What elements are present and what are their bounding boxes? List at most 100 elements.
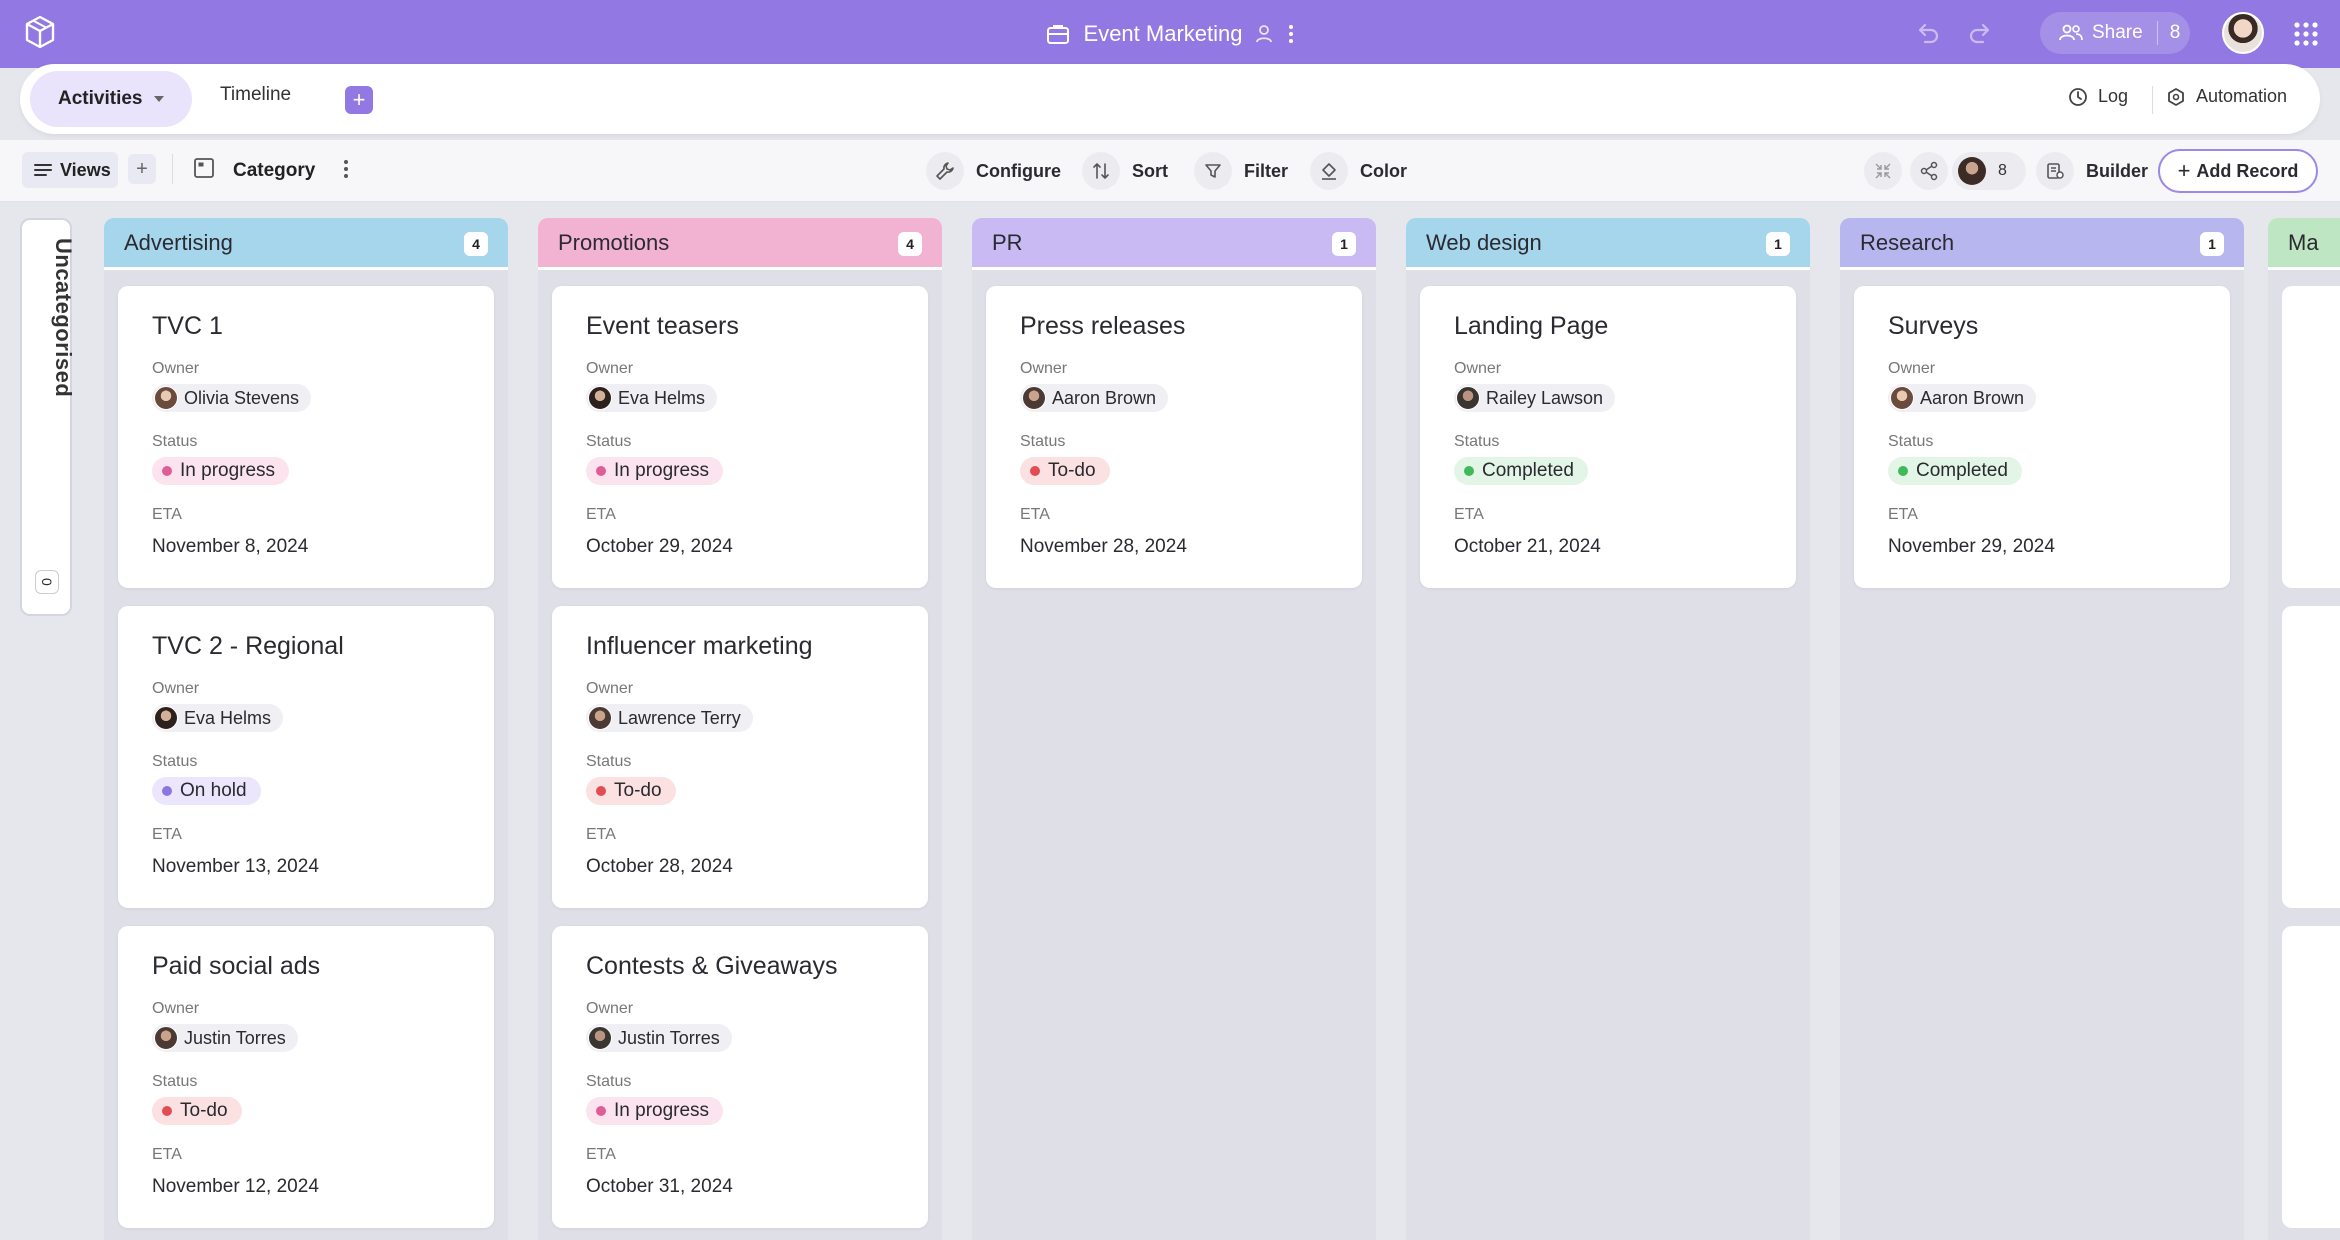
owner-label: Owner bbox=[586, 1000, 634, 1017]
more-vertical-icon[interactable] bbox=[1288, 24, 1294, 44]
sort-button[interactable]: Sort bbox=[1082, 152, 1168, 190]
share-count: 8 bbox=[2169, 22, 2181, 43]
owner-pill[interactable]: Eva Helms bbox=[152, 704, 284, 732]
status-badge[interactable]: Completed bbox=[1888, 457, 2022, 485]
owner-label: Owner bbox=[586, 680, 634, 697]
column-partial[interactable]: Ma bbox=[2268, 218, 2340, 1240]
sort-icon bbox=[1093, 163, 1109, 179]
status-dot bbox=[1030, 466, 1040, 476]
more-vertical-icon[interactable] bbox=[338, 156, 354, 182]
owner-label: Owner bbox=[586, 360, 634, 377]
eta-label: ETA bbox=[152, 1146, 182, 1163]
status-text: In progress bbox=[614, 460, 710, 481]
record-card[interactable]: Surveys Owner Aaron Brown Status Completed ET… bbox=[1854, 286, 2230, 588]
record-card[interactable]: Influencer marketing Owner Lawrence Terry S… bbox=[552, 606, 928, 908]
clock-icon bbox=[2069, 87, 2087, 106]
column-header[interactable]: PR 1 bbox=[972, 218, 1376, 270]
status-label: Status bbox=[1020, 433, 1066, 450]
collaborators-button[interactable]: 8 bbox=[1952, 152, 2026, 190]
status-badge[interactable]: To-do bbox=[586, 777, 676, 805]
record-card[interactable]: Paid social ads Owner Justin Torres Status T… bbox=[118, 926, 494, 1228]
owner-avatar bbox=[1022, 386, 1046, 410]
tab-activities[interactable]: Activities bbox=[30, 71, 192, 127]
view-toolbar: Views + Category Configure Sort Filter C… bbox=[0, 140, 2340, 202]
owner-pill[interactable]: Lawrence Terry bbox=[586, 704, 753, 732]
owner-pill[interactable]: Justin Torres bbox=[152, 1024, 298, 1052]
eta-label: ETA bbox=[586, 1146, 616, 1163]
owner-pill[interactable]: Aaron Brown bbox=[1888, 384, 2037, 412]
eta-label: ETA bbox=[586, 826, 616, 843]
briefcase-icon bbox=[1046, 25, 1069, 44]
status-label: Status bbox=[152, 433, 198, 450]
record-card[interactable]: TVC 2 - Regional Owner Eva Helms Status On h… bbox=[118, 606, 494, 908]
eta-value: October 29, 2024 bbox=[586, 536, 733, 557]
share-button[interactable]: Share 8 bbox=[2040, 12, 2190, 54]
tab-timeline[interactable]: Timeline bbox=[220, 84, 291, 106]
column-header[interactable]: Research 1 bbox=[1840, 218, 2244, 270]
uncategorised-column[interactable]: Uncategorised 0 bbox=[20, 218, 76, 616]
owner-pill[interactable]: Aaron Brown bbox=[1020, 384, 1169, 412]
owner-pill[interactable]: Railey Lawson bbox=[1454, 384, 1616, 412]
app-logo-icon[interactable] bbox=[22, 14, 58, 50]
add-record-button[interactable]: + Add Record bbox=[2158, 149, 2318, 193]
column-header[interactable]: Web design 1 bbox=[1406, 218, 1810, 270]
status-text: Completed bbox=[1916, 460, 2008, 481]
filter-button[interactable]: Filter bbox=[1194, 152, 1288, 190]
column-title: Advertising bbox=[124, 229, 233, 255]
owner-pill[interactable]: Olivia Stevens bbox=[152, 384, 312, 412]
status-badge[interactable]: In progress bbox=[586, 1097, 724, 1125]
log-button[interactable]: Log bbox=[2068, 86, 2128, 107]
record-card[interactable] bbox=[2282, 926, 2340, 1228]
record-card[interactable] bbox=[2282, 606, 2340, 908]
share-view-button[interactable] bbox=[1910, 152, 1948, 190]
record-card[interactable]: Landing Page Owner Railey Lawson Status Comp… bbox=[1420, 286, 1796, 588]
user-avatar[interactable] bbox=[2222, 12, 2264, 54]
status-badge[interactable]: Completed bbox=[1454, 457, 1588, 485]
column-title: Research bbox=[1860, 229, 1955, 255]
plus-icon: + bbox=[2177, 158, 2191, 183]
card-title: Influencer marketing bbox=[586, 632, 813, 660]
status-text: In progress bbox=[180, 460, 276, 481]
column-pr: PR 1 Press releases Owner Aaron Brown Status T… bbox=[972, 218, 1376, 1240]
configure-button[interactable]: Configure bbox=[926, 152, 1061, 190]
owner-name: Olivia Stevens bbox=[184, 387, 300, 408]
builder-button[interactable]: Builder bbox=[2036, 152, 2148, 190]
column-header[interactable]: Advertising 4 bbox=[104, 218, 508, 270]
automation-button[interactable]: Automation bbox=[2166, 86, 2287, 107]
owner-avatar bbox=[588, 386, 612, 410]
undo-icon[interactable] bbox=[1912, 18, 1942, 48]
status-label: Status bbox=[1454, 433, 1500, 450]
record-card[interactable]: Event teasers Owner Eva Helms Status In prog… bbox=[552, 286, 928, 588]
status-badge[interactable]: In progress bbox=[152, 457, 290, 485]
record-card[interactable]: Press releases Owner Aaron Brown Status To-d… bbox=[986, 286, 1362, 588]
collapse-button[interactable] bbox=[1864, 152, 1902, 190]
automation-icon bbox=[2168, 87, 2184, 106]
eta-value: November 8, 2024 bbox=[152, 536, 309, 557]
add-tab-button[interactable]: + bbox=[345, 86, 373, 114]
status-badge[interactable]: To-do bbox=[152, 1097, 242, 1125]
add-view-button[interactable]: + bbox=[128, 154, 156, 184]
status-badge[interactable]: To-do bbox=[1020, 457, 1110, 485]
color-button[interactable]: Color bbox=[1310, 152, 1407, 190]
user-lock-icon[interactable] bbox=[1256, 24, 1274, 44]
column-header[interactable]: Promotions 4 bbox=[538, 218, 942, 270]
views-button[interactable]: Views bbox=[22, 152, 118, 188]
owner-label: Owner bbox=[152, 360, 200, 377]
eta-value: October 28, 2024 bbox=[586, 856, 733, 877]
redo-icon[interactable] bbox=[1966, 18, 1996, 48]
status-text: To-do bbox=[180, 1100, 228, 1121]
status-text: To-do bbox=[614, 780, 662, 801]
owner-pill[interactable]: Justin Torres bbox=[586, 1024, 732, 1052]
status-badge[interactable]: On hold bbox=[152, 777, 261, 805]
record-card[interactable] bbox=[2282, 286, 2340, 588]
record-card[interactable]: TVC 1 Owner Olivia Stevens Status In progres… bbox=[118, 286, 494, 588]
status-badge[interactable]: In progress bbox=[586, 457, 724, 485]
record-card[interactable]: Contests & Giveaways Owner Justin Torres St… bbox=[552, 926, 928, 1228]
owner-pill[interactable]: Eva Helms bbox=[586, 384, 718, 412]
owner-avatar bbox=[588, 706, 612, 730]
owner-avatar bbox=[154, 706, 178, 730]
group-by-category[interactable]: Category bbox=[233, 160, 315, 182]
column-header[interactable]: Ma bbox=[2268, 218, 2340, 270]
apps-grid-icon[interactable] bbox=[2292, 20, 2320, 48]
eta-value: October 31, 2024 bbox=[586, 1176, 733, 1197]
